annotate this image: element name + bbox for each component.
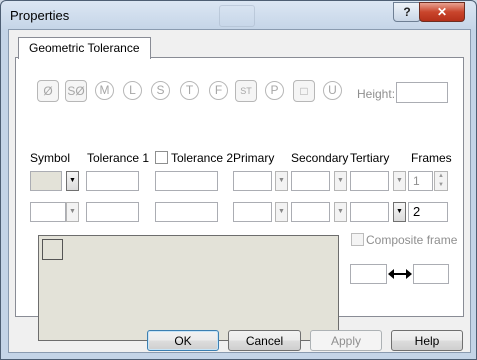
square-icon[interactable]: □ [293,80,315,102]
diameter-icon[interactable]: Ø [37,80,59,102]
title-bar-ghost-icon [219,5,255,27]
tolerance-preview [38,235,339,341]
tertiary-dropdown-row1[interactable]: ▼ [393,171,406,191]
dialog-client-area: Geometric Tolerance Ø SØ M L S T F ST P … [8,29,471,353]
s-modifier-icon[interactable]: S [151,81,170,100]
primary-field-row1[interactable] [233,171,272,191]
composite-frame-label: Composite frame [366,233,458,247]
preview-frame-cell [42,239,63,260]
properties-window: Properties ? ✕ Geometric Tolerance Ø SØ … [0,0,477,360]
frames-field-row1[interactable]: 1 [408,171,433,191]
tolerance1-header: Tolerance 1 [87,151,150,165]
cancel-button[interactable]: Cancel [228,330,301,351]
primary-header: Primary [233,151,275,165]
symbol-header: Symbol [30,151,71,165]
unequal-icon[interactable]: U [323,81,342,100]
tertiary-header: Tertiary [350,151,390,165]
ok-button[interactable]: OK [147,330,219,351]
tolerance1-field-row2[interactable] [86,202,139,222]
free-state-icon[interactable]: F [209,81,228,100]
frames-spinner[interactable]: ▲ ▼ [434,171,448,191]
tolerance1-field-row1[interactable] [86,171,139,191]
tertiary-field-row1[interactable] [350,171,389,191]
tolerance2-header: Tolerance 2 [171,151,234,165]
projected-zone-icon[interactable]: P [265,81,284,100]
title-bar[interactable]: Properties ? ✕ [1,1,476,29]
secondary-dropdown-row2[interactable]: ▼ [334,202,347,222]
window-title: Properties [10,8,70,23]
composite-right-field[interactable] [413,264,449,284]
tertiary-field-row2[interactable] [350,202,389,222]
tolerance2-checkbox[interactable] [155,151,168,164]
height-field[interactable] [396,82,448,103]
help-button[interactable]: Help [391,330,463,351]
tertiary-dropdown-row2[interactable]: ▼ [393,202,406,222]
secondary-header: Secondary [291,151,349,165]
geometric-tolerance-panel: Ø SØ M L S T F ST P □ U Height: Symbol T… [15,57,464,341]
lmc-icon[interactable]: L [123,81,142,100]
secondary-field-row2[interactable] [291,202,330,222]
primary-dropdown-row2[interactable]: ▼ [275,202,288,222]
apply-button[interactable]: Apply [310,330,382,351]
primary-dropdown-row1[interactable]: ▼ [275,171,288,191]
spherical-diameter-icon[interactable]: SØ [65,80,87,102]
tolerance2-field-row1[interactable] [155,171,218,191]
mmc-icon[interactable]: M [95,81,114,100]
statistical-icon[interactable]: ST [235,80,257,102]
secondary-dropdown-row1[interactable]: ▼ [334,171,347,191]
tolerance2-field-row2[interactable] [155,202,218,222]
tab-geometric-tolerance[interactable]: Geometric Tolerance [18,37,151,59]
composite-frame-checkbox[interactable] [351,233,364,246]
close-button[interactable]: ✕ [419,2,465,22]
height-label: Height: [357,87,396,101]
composite-left-field[interactable] [350,264,387,284]
help-title-button[interactable]: ? [393,2,421,22]
secondary-field-row1[interactable] [291,171,330,191]
frames-field-row2[interactable]: 2 [408,202,448,222]
symbol-select-row2[interactable] [30,202,66,222]
double-arrow-icon [388,269,412,279]
symbol-select-row1[interactable] [30,171,62,191]
primary-field-row2[interactable] [233,202,272,222]
symbol-dropdown-row1[interactable]: ▼ [66,171,79,191]
symbol-dropdown-row2[interactable]: ▼ [66,202,79,222]
frames-header: Frames [411,151,452,165]
tangent-plane-icon[interactable]: T [180,81,199,100]
